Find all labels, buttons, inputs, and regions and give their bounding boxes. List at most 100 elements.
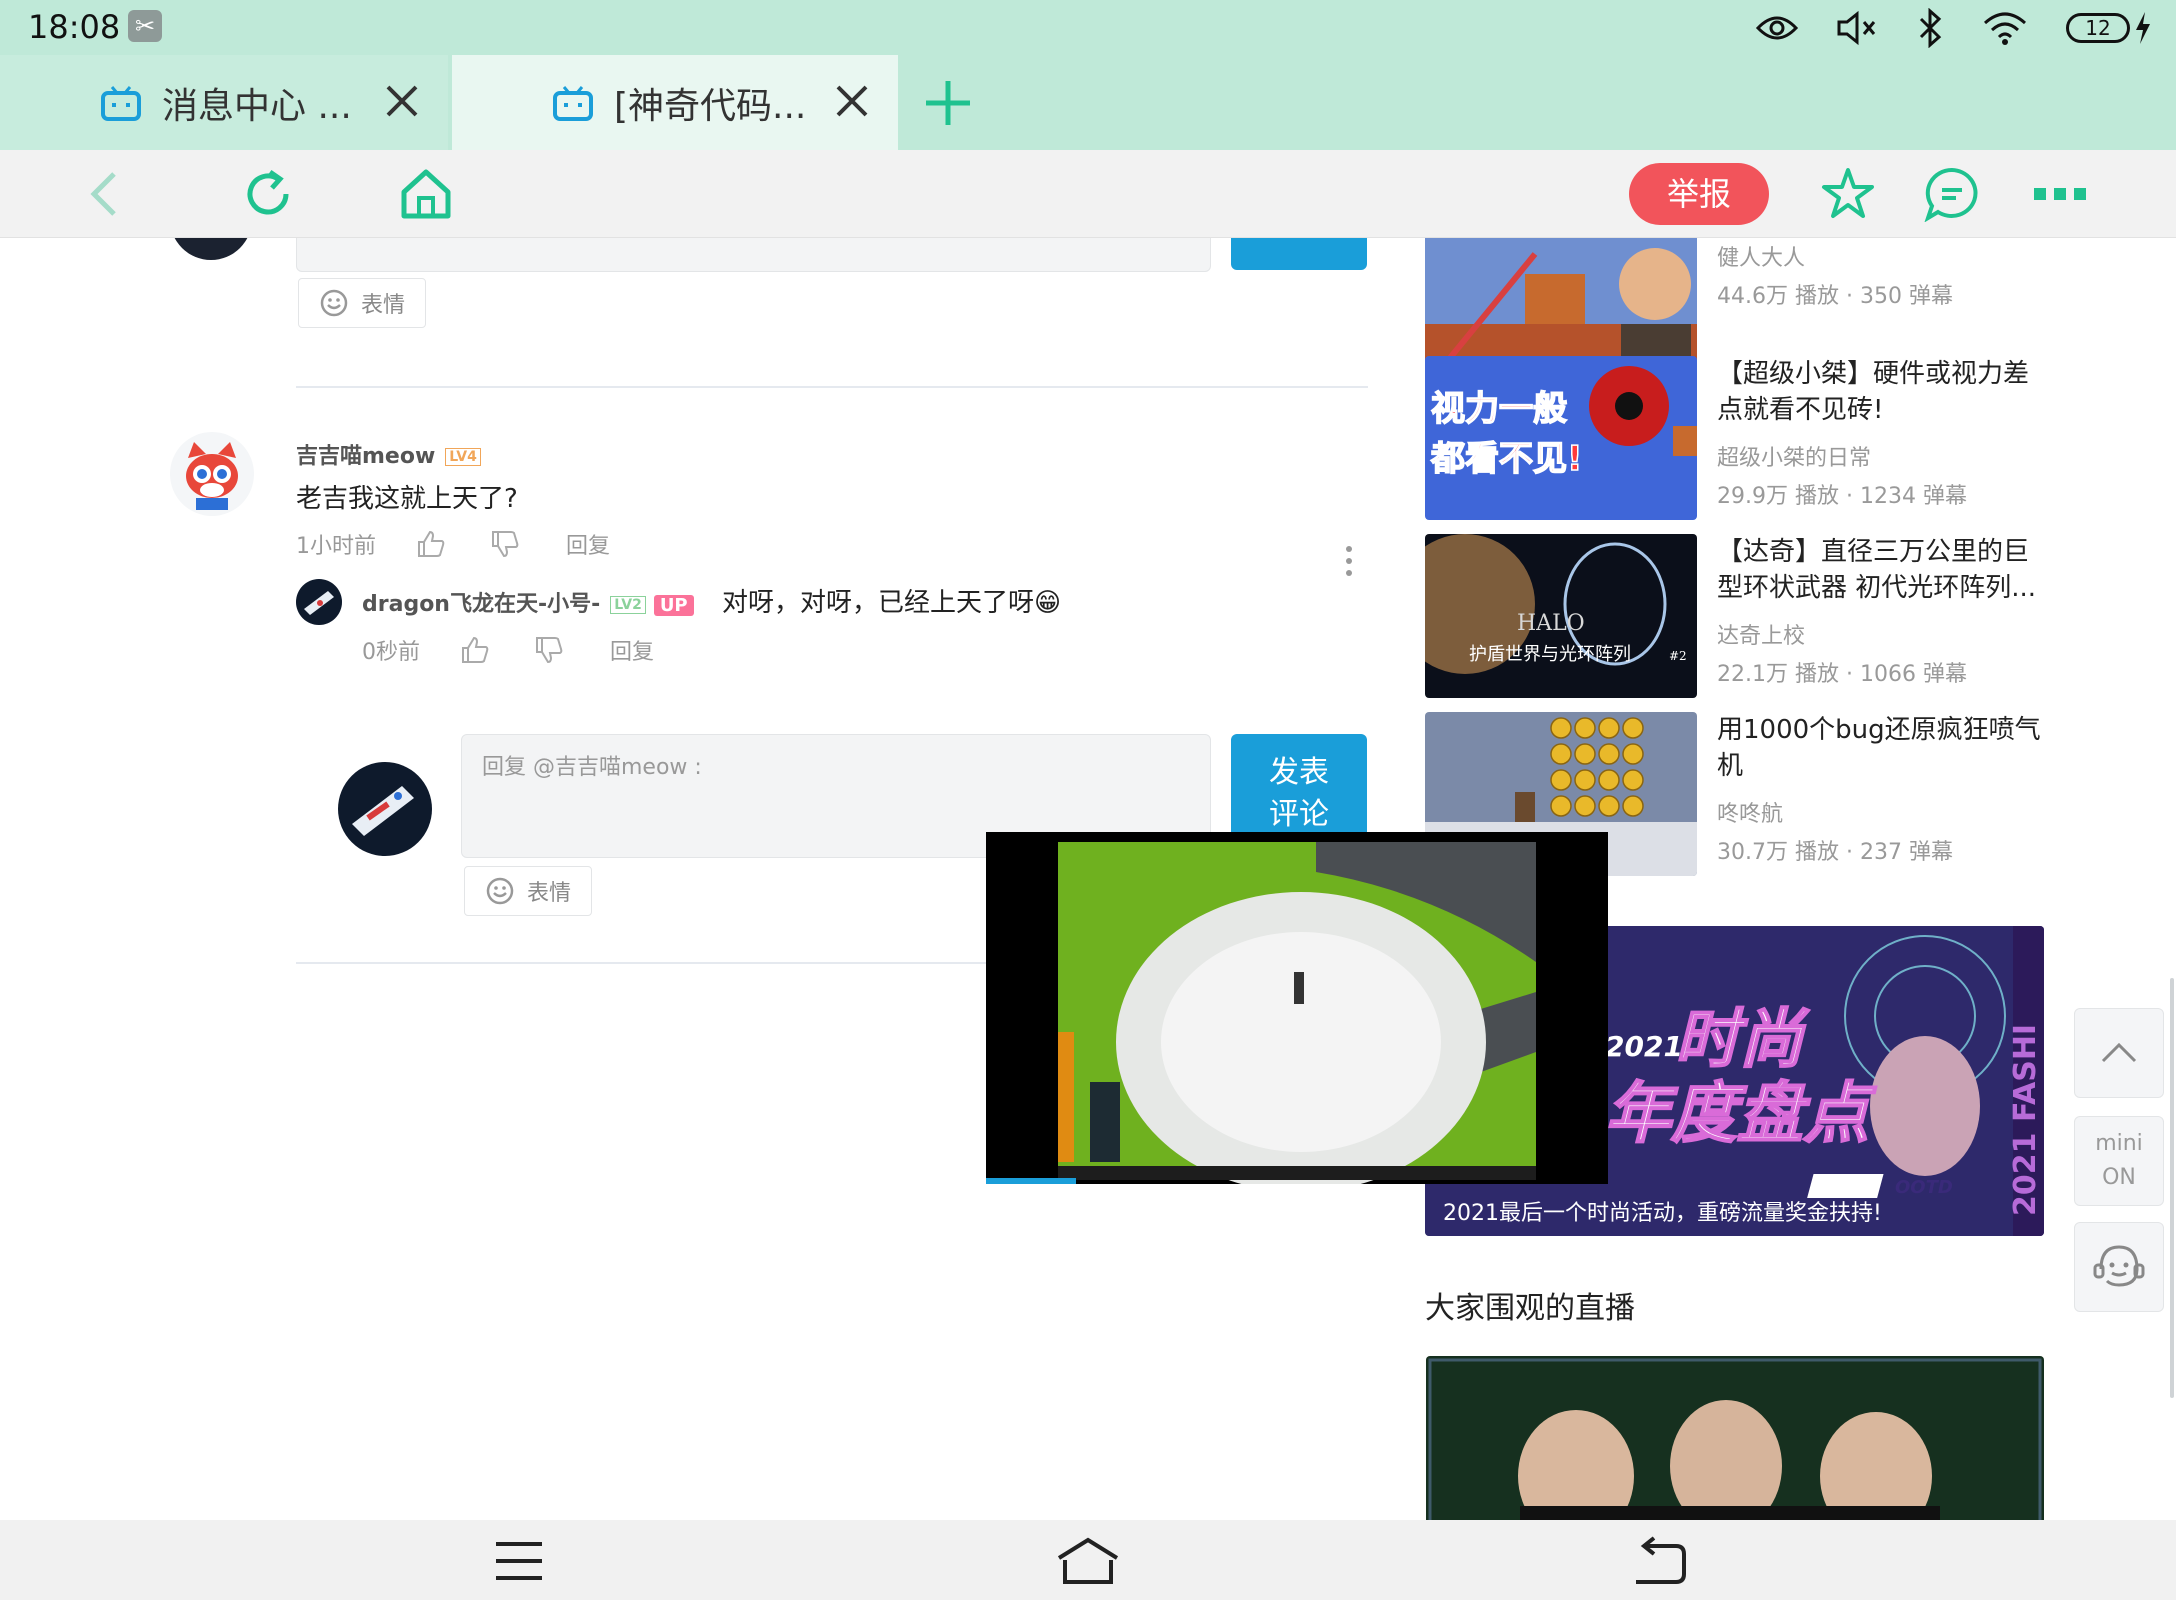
video-thumbnail[interactable]: HALO 护盾世界与光环阵列 #2 <box>1425 534 1697 698</box>
bluetooth-icon <box>1919 8 1942 48</box>
battery-level: 12 <box>2085 16 2111 40</box>
username-text: dragon飞龙在天-小号- <box>362 592 601 617</box>
comment-time: 1小时前 <box>296 534 376 559</box>
video-title[interactable]: 【超级小桀】硬件或视力差点就看不见砖! <box>1717 356 2047 428</box>
thumbnail-caption-2: 都看不见! <box>1430 439 1583 479</box>
avatar <box>170 432 254 516</box>
scissor-icon: ✂ <box>128 10 162 42</box>
tab-message-center[interactable]: 消息中心 ... <box>0 55 448 150</box>
customer-service-button[interactable] <box>2074 1222 2164 1312</box>
recommended-video-card[interactable]: HALO 护盾世界与光环阵列 #2 【达奇】直径三万公里的巨型环状武器 初代光环… <box>1425 534 2045 698</box>
halo-thumbnail-image: HALO 护盾世界与光环阵列 #2 <box>1425 534 1697 698</box>
video-title[interactable]: 用1000个bug还原疯狂喷气机 <box>1717 712 2047 784</box>
video-title[interactable]: 【达奇】直径三万公里的巨型环状武器 初代光环阵列... <box>1717 534 2047 606</box>
thumbs-down-icon[interactable] <box>490 529 520 559</box>
menu-icon[interactable] <box>494 1536 544 1586</box>
level-badge: LV4 <box>445 448 481 466</box>
new-tab-plus-icon[interactable] <box>922 77 974 129</box>
emoji-button[interactable]: 表情 <box>464 866 593 916</box>
game-video-frame <box>986 832 1608 1184</box>
tab-bar: 消息中心 ... [神奇代码... <box>0 55 2176 150</box>
wifi-icon <box>1983 12 2027 45</box>
cat-avatar-icon <box>186 442 238 510</box>
divider <box>296 386 1368 388</box>
browser-toolbar: 举报 <box>0 150 2176 238</box>
video-stats: 29.9万 播放 · 1234 弹幕 <box>1717 484 1967 509</box>
reply-username[interactable]: dragon飞龙在天-小号- LV2 UP <box>362 586 694 618</box>
customer-service-icon <box>2093 1245 2145 1287</box>
eye-icon <box>1756 16 1798 40</box>
mini-state: ON <box>2102 1165 2136 1190</box>
video-stats: 30.7万 播放 · 237 弹幕 <box>1717 840 1953 865</box>
home-icon[interactable] <box>398 166 454 222</box>
back-arrow-icon[interactable] <box>78 166 134 222</box>
up-badge: UP <box>653 594 694 616</box>
comment-bubble-icon[interactable] <box>1924 166 1980 222</box>
video-up-name[interactable]: 健人大人 <box>1717 240 1805 272</box>
back-nav-icon[interactable] <box>1632 1536 1686 1586</box>
avatar <box>338 762 432 856</box>
smiley-icon <box>486 877 514 905</box>
star-icon[interactable] <box>1820 166 1876 222</box>
page-content: 表情 吉吉喵meow LV4 老吉我这就上天了? 1小时前 回复 dragon飞龙… <box>0 238 2176 1520</box>
emoji-button[interactable]: 表情 <box>298 278 427 328</box>
banner-line2: 年度盘点 <box>1605 1075 1877 1152</box>
reply-placeholder: 回复 @吉吉喵meow : <box>482 755 702 780</box>
scroll-to-top-button[interactable] <box>2074 1008 2164 1098</box>
video-up-name[interactable]: 达奇上校 <box>1717 618 1805 650</box>
video-thumbnail[interactable]: 视力一般 都看不见! <box>1425 356 1697 520</box>
banner-year: 2021 <box>1605 1030 1683 1063</box>
close-icon[interactable] <box>832 81 872 121</box>
level-badge: LV2 <box>610 596 646 614</box>
banner-caption: 2021最后一个时尚活动，重磅流量奖金扶持! <box>1443 1201 1882 1226</box>
recommended-video-card[interactable]: 视力一般 都看不见! 【超级小桀】硬件或视力差点就看不见砖! 超级小桀的日常 2… <box>1425 356 2045 520</box>
video-up-name[interactable]: 超级小桀的日常 <box>1717 440 1871 472</box>
live-stream-thumbnail[interactable] <box>1426 1356 2044 1520</box>
video-stats: 22.1万 播放 · 1066 弹幕 <box>1717 662 1967 687</box>
system-navigation-bar <box>0 1520 2176 1600</box>
thumbnail-logo: HALO <box>1517 611 1585 636</box>
sharingan-thumbnail-image: 视力一般 都看不见! <box>1425 356 1697 520</box>
more-dots-icon[interactable] <box>2032 180 2088 208</box>
thumbnail-caption: 护盾世界与光环阵列 <box>1469 644 1631 665</box>
mini-player-toggle[interactable]: mini ON <box>2074 1116 2164 1206</box>
emoji-label: 表情 <box>527 881 572 906</box>
reply-text: 对呀，对呀，已经上天了呀😁 <box>722 588 1062 618</box>
report-button[interactable]: 举报 <box>1629 163 1769 225</box>
video-stats: 44.6万 播放 · 350 弹幕 <box>1717 284 1953 309</box>
page-scrollbar[interactable] <box>2170 978 2174 1398</box>
submit-comment-button[interactable] <box>1231 238 1367 270</box>
thumbs-down-icon[interactable] <box>534 635 564 665</box>
reply-link[interactable]: 回复 <box>610 634 654 666</box>
video-up-name[interactable]: 咚咚航 <box>1717 796 1783 828</box>
comment-input[interactable] <box>296 238 1211 272</box>
bilibili-tv-icon <box>101 85 141 121</box>
banner-line1: 时尚 <box>1675 1003 1810 1077</box>
more-vertical-icon[interactable] <box>1344 544 1354 578</box>
rocket-avatar-icon <box>296 579 342 625</box>
status-bar: 18:08 ✂ 12 <box>0 0 2176 55</box>
thumbs-up-icon[interactable] <box>416 529 446 559</box>
reply-time: 0秒前 <box>362 640 420 665</box>
avatar <box>296 579 342 625</box>
live-stream-image <box>1426 1356 2044 1520</box>
mini-label: mini <box>2095 1131 2143 1156</box>
charging-icon <box>2136 12 2150 44</box>
submit-label-line1: 发表 <box>1269 755 1329 790</box>
close-icon[interactable] <box>382 81 422 121</box>
smiley-icon <box>320 289 348 317</box>
banner-side-text: 2021 FASHI <box>2008 1024 2043 1216</box>
thumbs-up-icon[interactable] <box>460 635 490 665</box>
refresh-icon[interactable] <box>240 166 296 222</box>
reply-link[interactable]: 回复 <box>566 528 610 560</box>
home-nav-icon[interactable] <box>1055 1536 1121 1586</box>
tab-title: 消息中心 ... <box>162 85 352 127</box>
live-section-title: 大家围观的直播 <box>1425 1291 1635 1326</box>
thumbnail-caption-1: 视力一般 <box>1431 389 1567 429</box>
bilibili-tv-icon <box>553 85 593 121</box>
chevron-up-icon <box>2101 1042 2137 1063</box>
comment-username[interactable]: 吉吉喵meow LV4 <box>296 438 481 470</box>
tab-video[interactable]: [神奇代码... <box>452 55 898 150</box>
floating-video-player[interactable] <box>986 832 1608 1184</box>
banner-tag: OOTD <box>1895 1177 1953 1198</box>
